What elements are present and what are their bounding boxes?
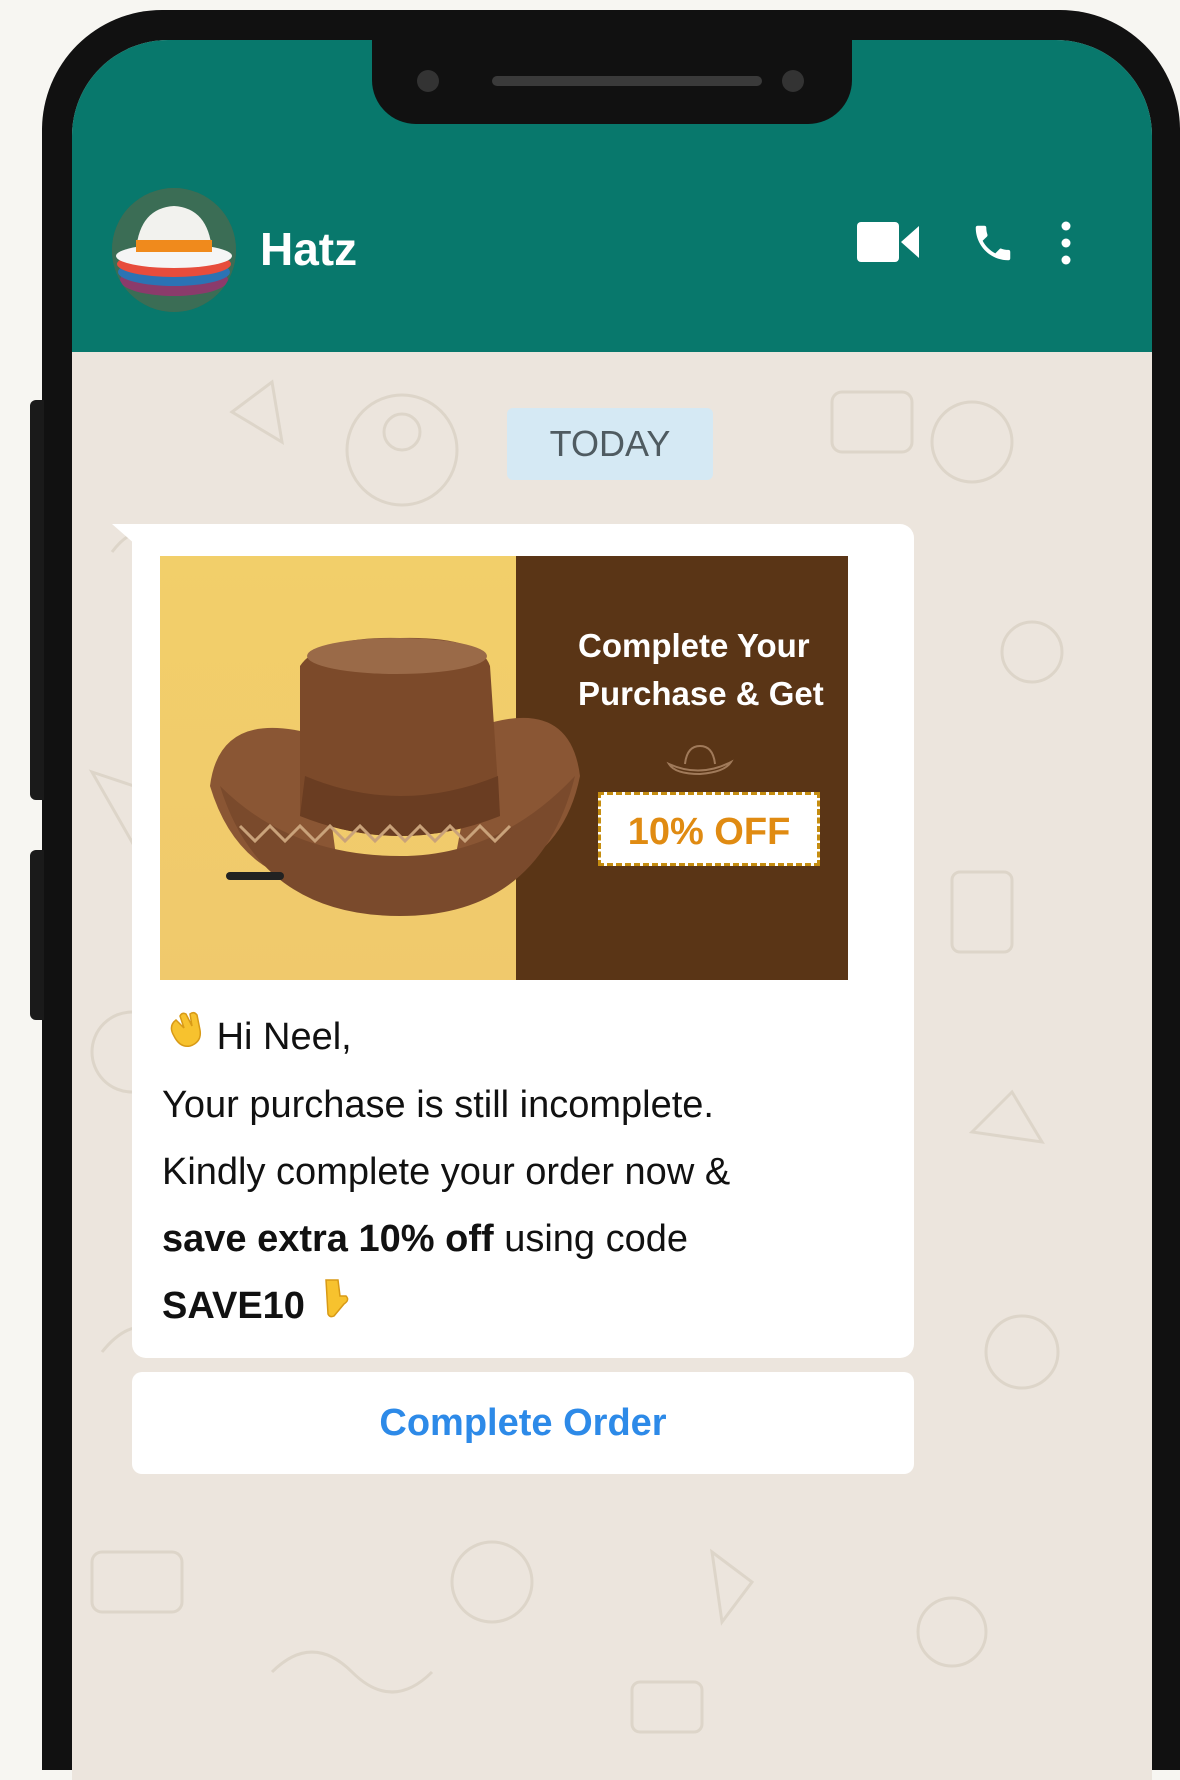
- waving-hand-icon: [162, 1005, 206, 1072]
- promo-banner-image[interactable]: Complete Your Purchase & Get 10% OFF: [160, 556, 848, 980]
- banner-headline-line: Complete Your: [578, 627, 810, 664]
- coupon-code[interactable]: SAVE10: [162, 1285, 305, 1327]
- speaker-grille: [492, 76, 762, 86]
- phone-screen: Hatz TODAY Complete Your Purchase & Get …: [72, 40, 1152, 1780]
- message-line: Your purchase is still incomplete.: [162, 1084, 714, 1127]
- phone-side-button: [30, 400, 44, 800]
- greeting-text: Hi Neel,: [216, 1016, 352, 1058]
- camera-dot: [417, 70, 439, 92]
- bold-discount-text: save extra 10% off: [162, 1218, 494, 1261]
- cowboy-hat-icon: [210, 637, 580, 916]
- banner-headline-line: Purchase & Get: [578, 675, 824, 712]
- pointing-down-icon: [316, 1275, 352, 1342]
- video-call-icon[interactable]: [857, 220, 921, 269]
- banner-headline: Complete Your Purchase & Get: [578, 622, 838, 718]
- message-line: Kindly complete your order now &: [162, 1151, 731, 1194]
- sensor-dot: [782, 70, 804, 92]
- offer-badge: 10% OFF: [598, 792, 820, 866]
- small-hat-icon: [666, 744, 734, 776]
- message-text: Hi Neel, Your purchase is still incomple…: [162, 1004, 882, 1342]
- message-line: save extra 10% off using code: [162, 1206, 882, 1273]
- chat-header: Hatz: [72, 40, 1152, 352]
- contact-avatar[interactable]: [112, 188, 236, 312]
- message-line-rest: using code: [493, 1218, 689, 1261]
- message-bubble: Complete Your Purchase & Get 10% OFF Hi …: [132, 524, 914, 1358]
- hat-stack-icon: [112, 188, 236, 312]
- complete-order-button[interactable]: Complete Order: [132, 1372, 914, 1474]
- phone-side-button: [30, 850, 44, 1020]
- voice-call-icon[interactable]: [970, 220, 1016, 271]
- phone-notch: [372, 40, 852, 124]
- more-vertical-icon[interactable]: [1060, 220, 1072, 271]
- contact-name[interactable]: Hatz: [260, 222, 357, 276]
- date-chip: TODAY: [507, 408, 713, 480]
